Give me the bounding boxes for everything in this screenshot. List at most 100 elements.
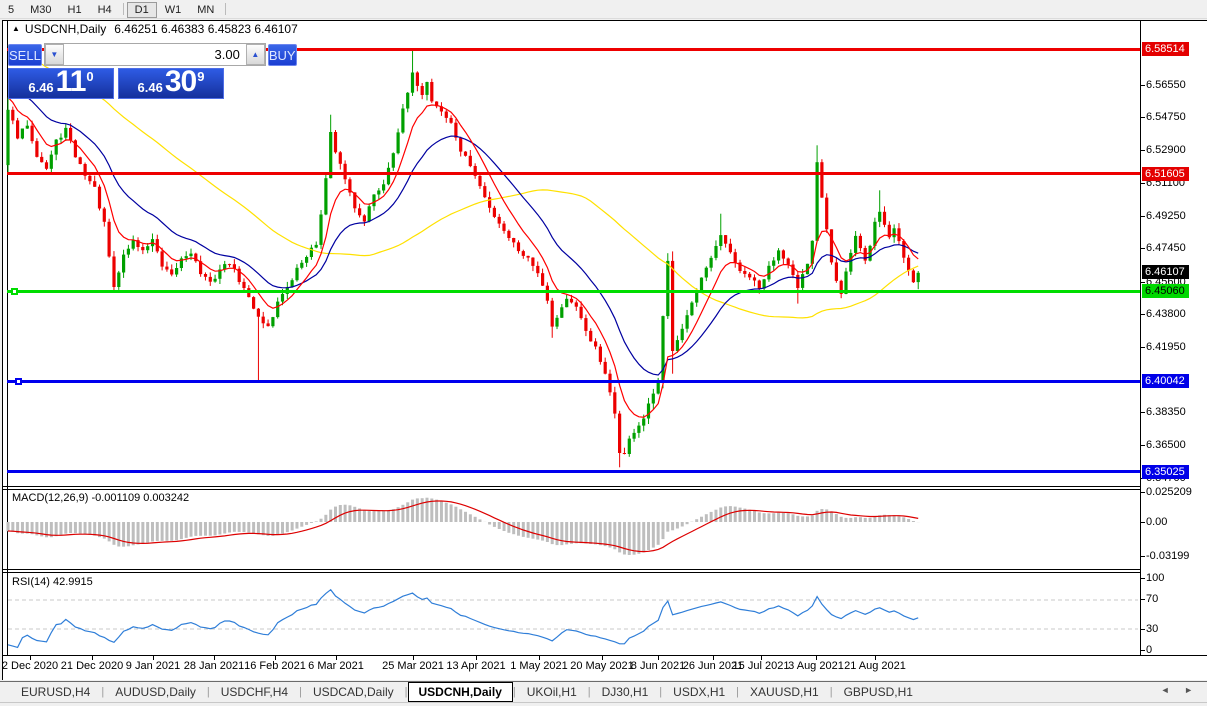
- rsi-axis-tick: [1141, 650, 1145, 651]
- level-drag-handle[interactable]: [15, 378, 22, 385]
- price-axis-label: 6.47450: [1146, 242, 1186, 255]
- price-axis-label: 6.52900: [1146, 144, 1186, 157]
- horizontal-level-line[interactable]: [7, 380, 1140, 383]
- sell-price-big: 11: [56, 69, 86, 95]
- horizontal-level-line[interactable]: [7, 172, 1140, 175]
- horizontal-level-line[interactable]: [7, 470, 1140, 473]
- date-axis-label: 8 Jun 2021: [631, 660, 685, 672]
- buy-price-box[interactable]: 6.46 30 9: [118, 68, 224, 99]
- rsi-axis-tick: [1141, 599, 1145, 600]
- timeframe-button-m30[interactable]: M30: [22, 2, 59, 18]
- chart-tab-audusd[interactable]: AUDUSD,Daily: [104, 683, 207, 701]
- tab-scroll-right-icon[interactable]: ►: [1184, 685, 1199, 695]
- price-axis-tick: [1141, 445, 1145, 446]
- timeframe-button-h4[interactable]: H4: [90, 2, 120, 18]
- price-axis-tick: [1141, 248, 1145, 249]
- toolbar-separator: [225, 3, 226, 15]
- price-axis-tick: [1141, 282, 1145, 283]
- macd-axis-label: -0.03199: [1146, 550, 1189, 563]
- price-axis-tick: [1141, 347, 1145, 348]
- price-level-label-black: 6.46107: [1142, 265, 1189, 279]
- price-level-label-red: 6.51605: [1142, 167, 1189, 181]
- sell-button[interactable]: SELL: [8, 44, 42, 66]
- date-axis-label: 25 Mar 2021: [382, 660, 444, 672]
- chart-tab-usdcnh[interactable]: USDCNH,Daily: [408, 682, 513, 702]
- collapse-triangle-icon[interactable]: ▲: [12, 24, 20, 33]
- date-axis-label: 20 May 2021: [570, 660, 634, 672]
- price-axis-label: 6.56550: [1146, 79, 1186, 92]
- macd-axis-tick: [1141, 522, 1145, 523]
- chart-tab-usdx[interactable]: USDX,H1: [662, 683, 736, 701]
- timeframe-button-h1[interactable]: H1: [60, 2, 90, 18]
- price-level-label-blue: 6.40042: [1142, 374, 1189, 388]
- date-axis-label: 9 Jan 2021: [126, 660, 180, 672]
- price-axis-tick: [1141, 183, 1145, 184]
- price-level-label-blue: 6.35025: [1142, 465, 1189, 479]
- tab-scroll-left-icon[interactable]: ◄: [1161, 685, 1176, 695]
- axis-separator: [1140, 20, 1141, 656]
- volume-up-icon[interactable]: ▲: [246, 44, 265, 65]
- buy-price-prefix: 6.46: [138, 80, 163, 95]
- chart-title: ▲ USDCNH,Daily 6.46251 6.46383 6.45823 6.4…: [12, 22, 298, 36]
- price-axis-tick: [1141, 216, 1145, 217]
- timeframe-button-w1[interactable]: W1: [157, 2, 190, 18]
- chart-tab-usdchf[interactable]: USDCHF,H4: [210, 683, 299, 701]
- date-axis-label: 15 Jul 2021: [733, 660, 790, 672]
- rsi-axis-label: 0: [1146, 644, 1152, 657]
- volume-input[interactable]: [64, 44, 246, 65]
- date-axis-label: 2 Dec 2020: [2, 660, 58, 672]
- sell-price-sup: 0: [86, 70, 93, 83]
- window-left-border: [2, 20, 3, 680]
- buy-price-big: 30: [165, 69, 196, 95]
- price-level-label-green: 6.45060: [1142, 284, 1189, 298]
- rsi-axis-tick: [1141, 629, 1145, 630]
- buy-button[interactable]: BUY: [268, 44, 297, 66]
- chart-tab-eurusd[interactable]: EURUSD,H4: [10, 683, 101, 701]
- price-axis-label: 6.36500: [1146, 439, 1186, 452]
- tab-scroll-arrows: ◄ ►: [1161, 685, 1199, 695]
- date-axis-label: 6 Mar 2021: [308, 660, 364, 672]
- price-axis-label: 6.43800: [1146, 308, 1186, 321]
- level-drag-handle[interactable]: [11, 288, 18, 295]
- rsi-axis-label: 100: [1146, 572, 1164, 585]
- ohlc-values: 6.46251 6.46383 6.45823 6.46107: [114, 22, 298, 36]
- price-axis-label: 6.54750: [1146, 111, 1186, 124]
- chart-tab-dj30[interactable]: DJ30,H1: [591, 683, 660, 701]
- buy-price-sup: 9: [197, 70, 204, 83]
- date-axis-label: 21 Dec 2020: [61, 660, 123, 672]
- rsi-axis-tick: [1141, 578, 1145, 579]
- chart-tab-gbpusd[interactable]: GBPUSD,H1: [833, 683, 924, 701]
- timeframe-toolbar: 5M30H1H4 D1W1MN: [0, 0, 1207, 19]
- rsi-label: RSI(14) 42.9915: [12, 576, 93, 588]
- chart-tab-usdcad[interactable]: USDCAD,Daily: [302, 683, 405, 701]
- splitter-rsi-top[interactable]: [2, 569, 1140, 570]
- sell-price-box[interactable]: 6.46 11 0: [8, 68, 114, 99]
- toolbar-separator: [123, 3, 124, 15]
- rsi-axis-label: 70: [1146, 593, 1158, 606]
- volume-spinner: ▼ ▲: [44, 43, 266, 66]
- date-axis-label: 21 Aug 2021: [844, 660, 906, 672]
- price-axis-tick: [1141, 117, 1145, 118]
- status-bar: [0, 702, 1207, 706]
- horizontal-level-line[interactable]: [7, 290, 1140, 293]
- macd-axis-tick: [1141, 492, 1145, 493]
- date-axis-label: 3 Aug 2021: [788, 660, 844, 672]
- rsi-chart[interactable]: [6, 573, 1140, 654]
- splitter-macd-top[interactable]: [2, 486, 1140, 487]
- volume-down-icon[interactable]: ▼: [45, 44, 64, 65]
- price-axis-tick: [1141, 314, 1145, 315]
- price-axis-label: 6.41950: [1146, 341, 1186, 354]
- chart-tab-ukoil[interactable]: UKOil,H1: [516, 683, 588, 701]
- date-axis-label: 28 Jan 2021: [184, 660, 245, 672]
- price-axis-tick: [1141, 412, 1145, 413]
- macd-axis-label: 0.00: [1146, 516, 1167, 529]
- date-axis-label: 1 May 2021: [510, 660, 567, 672]
- chart-tab-xauusd[interactable]: XAUUSD,H1: [739, 683, 830, 701]
- timeframe-button-5[interactable]: 5: [0, 2, 22, 18]
- symbol-timeframe-label: USDCNH,Daily: [25, 22, 106, 36]
- macd-label: MACD(12,26,9) -0.001109 0.003242: [12, 492, 189, 504]
- rsi-axis-label: 30: [1146, 623, 1158, 636]
- timeframe-button-mn[interactable]: MN: [189, 2, 222, 18]
- price-axis-label: 6.49250: [1146, 210, 1186, 223]
- timeframe-button-d1[interactable]: D1: [127, 2, 157, 18]
